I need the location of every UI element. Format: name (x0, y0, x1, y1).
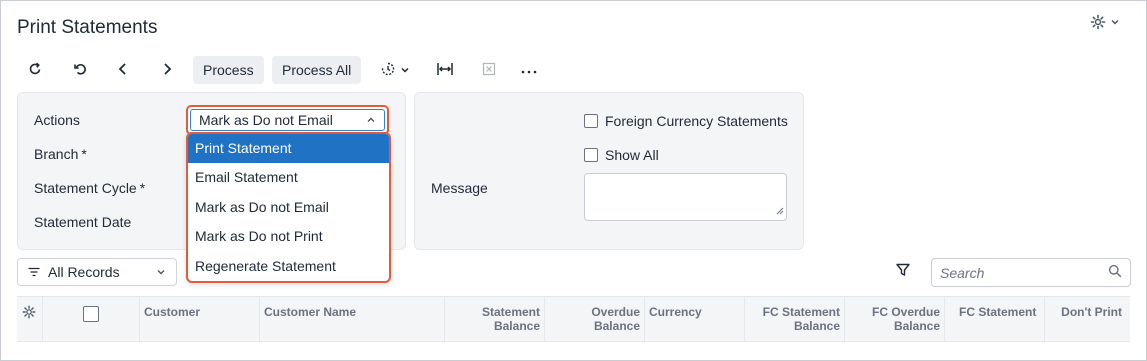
foreign-currency-checkbox[interactable] (584, 114, 598, 128)
column-header-customer-name[interactable]: Customer Name (260, 297, 445, 341)
chevron-down-icon (1110, 17, 1120, 27)
funnel-icon (895, 263, 911, 281)
dropdown-option-print-statement[interactable]: Print Statement (188, 134, 389, 164)
column-header-fc-statement-balance[interactable]: FC Statement Balance (745, 297, 845, 341)
search-box (931, 258, 1131, 287)
fit-to-screen-button[interactable] (431, 56, 459, 84)
required-mark: * (139, 180, 146, 196)
select-all-checkbox[interactable] (83, 306, 99, 322)
refresh-button[interactable] (21, 56, 49, 84)
column-header-text: Overdue (591, 305, 640, 319)
records-filter-value: All Records (48, 264, 120, 280)
undo-icon (72, 61, 88, 80)
records-filter-select[interactable]: All Records (17, 258, 177, 286)
dropdown-option-mark-do-not-email[interactable]: Mark as Do not Email (188, 193, 389, 222)
settings-menu[interactable] (1090, 14, 1120, 30)
column-header-text: Balance (793, 319, 840, 333)
chevron-right-icon (161, 62, 173, 79)
dropdown-option-email-statement[interactable]: Email Statement (188, 163, 389, 192)
column-header-statement-balance[interactable]: Statement Balance (445, 297, 545, 341)
column-settings-button[interactable] (17, 297, 43, 341)
schedule-menu-button[interactable] (375, 56, 415, 84)
select-all-cell (43, 297, 140, 341)
show-all-label: Show All (605, 147, 659, 163)
resize-handle-icon[interactable] (776, 202, 784, 218)
search-input[interactable] (940, 264, 1108, 281)
column-header-text: Statement (481, 305, 540, 319)
actions-dropdown-list: Print Statement Email Statement Mark as … (186, 132, 391, 283)
statement-date-label: Statement Date (34, 214, 132, 230)
search-icon[interactable] (1108, 264, 1122, 281)
previous-button[interactable] (109, 56, 137, 84)
chevron-down-icon (156, 264, 166, 280)
column-header-dont-print[interactable]: Don't Print (1045, 297, 1130, 341)
column-header-overdue-balance[interactable]: Overdue Balance (545, 297, 645, 341)
column-header-text: Balance (593, 319, 640, 333)
dropdown-option-mark-do-not-print[interactable]: Mark as Do not Print (188, 222, 389, 251)
column-header-text: Balance (493, 319, 540, 333)
undo-button[interactable] (66, 56, 94, 84)
gear-icon (22, 305, 36, 322)
actions-label: Actions (34, 112, 80, 128)
chevron-down-icon (400, 62, 410, 78)
required-mark: * (81, 146, 87, 162)
dropdown-option-regenerate-statement[interactable]: Regenerate Statement (188, 252, 389, 281)
column-header-text: FC Statement (762, 305, 840, 319)
chevron-up-icon (366, 112, 376, 128)
foreign-currency-label: Foreign Currency Statements (605, 113, 788, 129)
clock-icon (380, 61, 396, 80)
branch-label: Branch * (34, 146, 87, 162)
next-button[interactable] (153, 56, 181, 84)
page-title: Print Statements (17, 17, 158, 38)
column-header-fc-overdue-balance[interactable]: FC Overdue Balance (845, 297, 945, 341)
fit-width-icon (436, 62, 454, 79)
process-button[interactable]: Process (193, 56, 264, 84)
actions-select[interactable]: Mark as Do not Email (186, 105, 389, 135)
excel-icon (481, 61, 497, 80)
column-header-currency[interactable]: Currency (645, 297, 745, 341)
column-header-text: FC Overdue (871, 305, 940, 319)
column-header-text: Balance (893, 319, 940, 333)
more-actions-button[interactable] (515, 56, 543, 84)
column-header-customer[interactable]: Customer (140, 297, 260, 341)
grid-header: Customer Customer Name Statement Balance … (17, 296, 1130, 342)
message-label: Message (431, 180, 488, 196)
column-header-fc-statement[interactable]: FC Statement (945, 297, 1045, 341)
chevron-left-icon (117, 62, 129, 79)
more-icon (520, 62, 538, 78)
filter-button[interactable] (895, 262, 911, 281)
filter-lines-icon (28, 264, 40, 280)
statement-cycle-label-text: Statement Cycle (34, 180, 137, 196)
actions-select-value: Mark as Do not Email (199, 112, 333, 128)
process-all-button[interactable]: Process All (272, 56, 362, 84)
message-textarea[interactable] (584, 173, 787, 221)
export-excel-button[interactable] (475, 56, 503, 84)
gear-icon (1090, 14, 1106, 30)
refresh-icon (27, 61, 43, 80)
statement-cycle-label: Statement Cycle * (34, 180, 145, 196)
branch-label-text: Branch (34, 146, 79, 162)
show-all-checkbox[interactable] (584, 148, 598, 162)
